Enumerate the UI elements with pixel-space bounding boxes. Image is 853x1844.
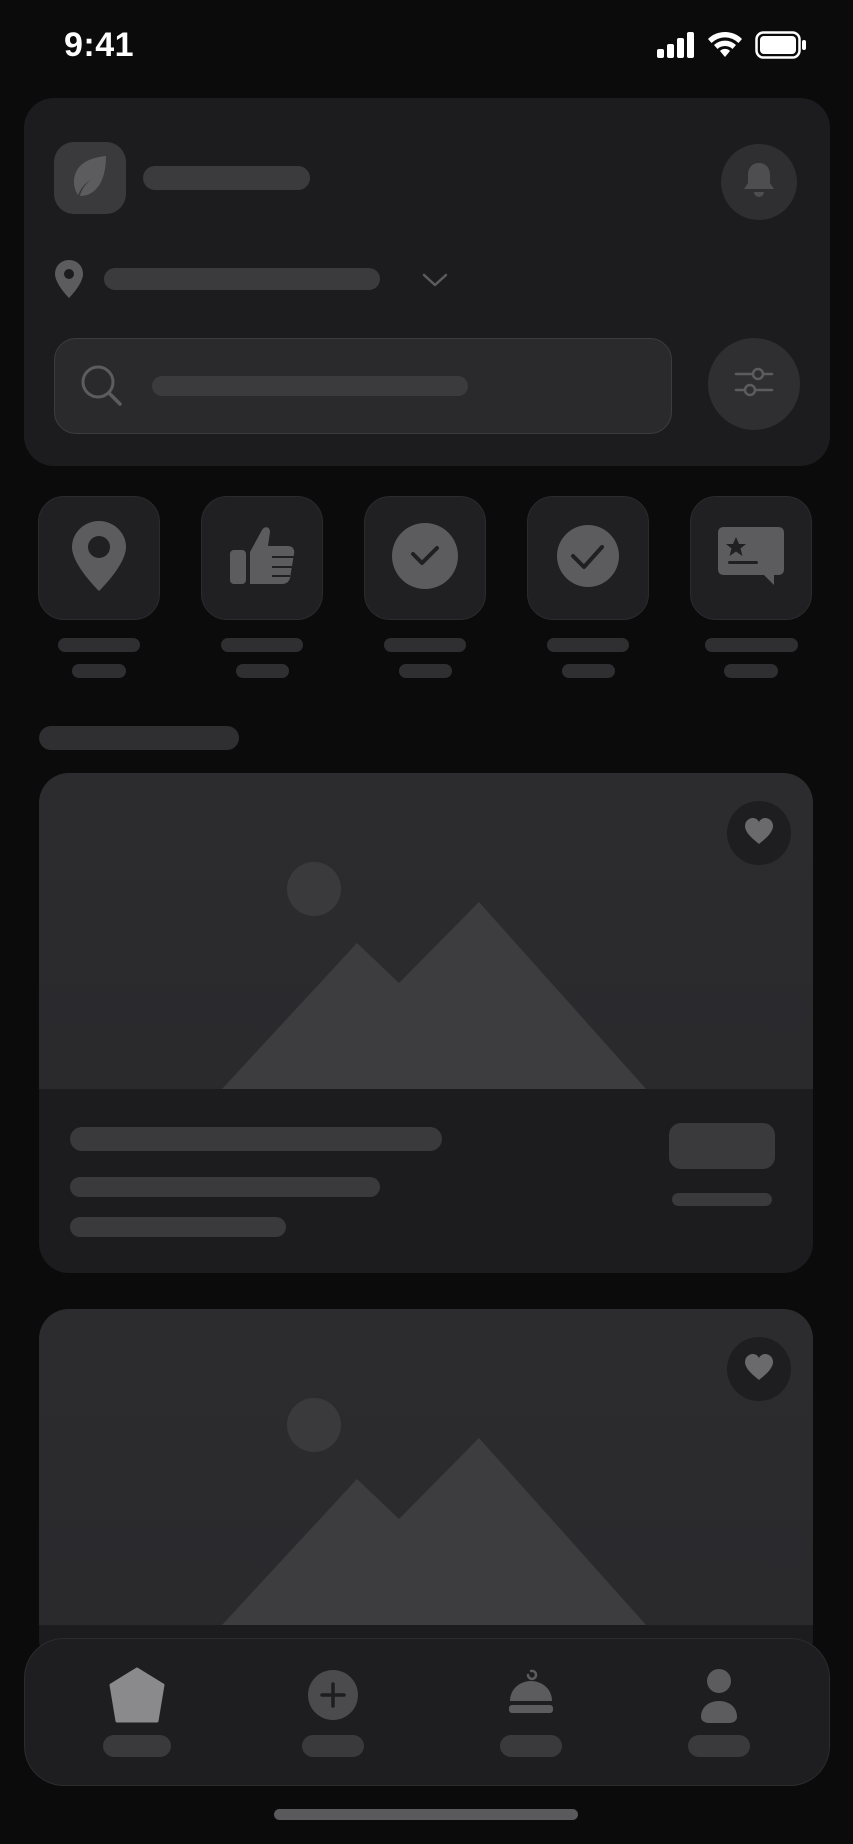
- tab-services[interactable]: [461, 1639, 601, 1787]
- location-selector[interactable]: [54, 258, 454, 302]
- favorite-button[interactable]: [727, 801, 791, 865]
- tab-label-placeholder: [688, 1735, 750, 1757]
- bell-icon: [742, 161, 776, 204]
- notification-button[interactable]: [721, 144, 797, 220]
- search-input[interactable]: [54, 338, 672, 434]
- tab-label-placeholder: [500, 1735, 562, 1757]
- tab-add[interactable]: [263, 1639, 403, 1787]
- cellular-signal-icon: [657, 31, 695, 63]
- listing-image: [39, 773, 813, 1089]
- category-approved[interactable]: [527, 496, 649, 620]
- location-text-placeholder: [104, 268, 380, 290]
- search-icon: [80, 364, 124, 413]
- add-circle-icon: [303, 1665, 363, 1725]
- tab-home[interactable]: [67, 1639, 207, 1787]
- listing-subtitle-placeholder: [70, 1177, 380, 1197]
- listing-card[interactable]: [39, 773, 813, 1273]
- category-label-placeholder: [399, 664, 452, 678]
- home-icon: [107, 1665, 167, 1725]
- thumbs-up-icon: [228, 524, 296, 593]
- category-verified[interactable]: [364, 496, 486, 620]
- profile-icon: [689, 1665, 749, 1725]
- app-logo[interactable]: [54, 142, 126, 214]
- category-label-placeholder: [58, 638, 140, 652]
- listing-price-placeholder: [669, 1123, 775, 1169]
- category-label-placeholder: [705, 638, 798, 652]
- map-pin-icon: [70, 519, 128, 598]
- category-label-placeholder: [562, 664, 615, 678]
- category-reviews[interactable]: [690, 496, 812, 620]
- category-label-placeholder: [221, 638, 303, 652]
- check-circle-icon: [391, 522, 459, 595]
- status-time: 9:41: [64, 26, 135, 64]
- app-title-placeholder: [143, 166, 310, 190]
- search-placeholder: [152, 376, 468, 396]
- listing-title-placeholder: [70, 1127, 442, 1151]
- map-pin-icon: [54, 260, 84, 305]
- sliders-icon: [734, 364, 774, 405]
- tab-bar: [24, 1638, 830, 1786]
- category-label-placeholder: [384, 638, 466, 652]
- tab-label-placeholder: [103, 1735, 171, 1757]
- home-indicator: [274, 1809, 578, 1820]
- category-label-placeholder: [724, 664, 778, 678]
- star-message-icon: [716, 525, 786, 592]
- filter-button[interactable]: [708, 338, 800, 430]
- cloche-icon: [501, 1665, 561, 1725]
- category-label-placeholder: [236, 664, 289, 678]
- listing-image: [39, 1309, 813, 1625]
- status-bar: 9:41: [0, 0, 853, 92]
- listing-price-sub-placeholder: [672, 1193, 772, 1206]
- favorite-button[interactable]: [727, 1337, 791, 1401]
- listing-detail-placeholder: [70, 1217, 286, 1237]
- status-icons: [657, 30, 807, 64]
- section-title-placeholder: [39, 726, 239, 750]
- battery-icon: [755, 30, 807, 64]
- category-recommended[interactable]: [201, 496, 323, 620]
- heart-icon: [743, 816, 775, 851]
- tab-label-placeholder: [302, 1735, 364, 1757]
- chevron-down-icon: [422, 272, 448, 293]
- check-circle-icon: [556, 524, 620, 593]
- category-location[interactable]: [38, 496, 160, 620]
- category-label-placeholder: [72, 664, 126, 678]
- listing-card[interactable]: [39, 1309, 813, 1669]
- tab-profile[interactable]: [649, 1639, 789, 1787]
- heart-icon: [743, 1352, 775, 1387]
- category-label-placeholder: [547, 638, 629, 652]
- header-card: [24, 98, 830, 466]
- leaf-icon: [70, 154, 110, 203]
- wifi-icon: [707, 31, 743, 64]
